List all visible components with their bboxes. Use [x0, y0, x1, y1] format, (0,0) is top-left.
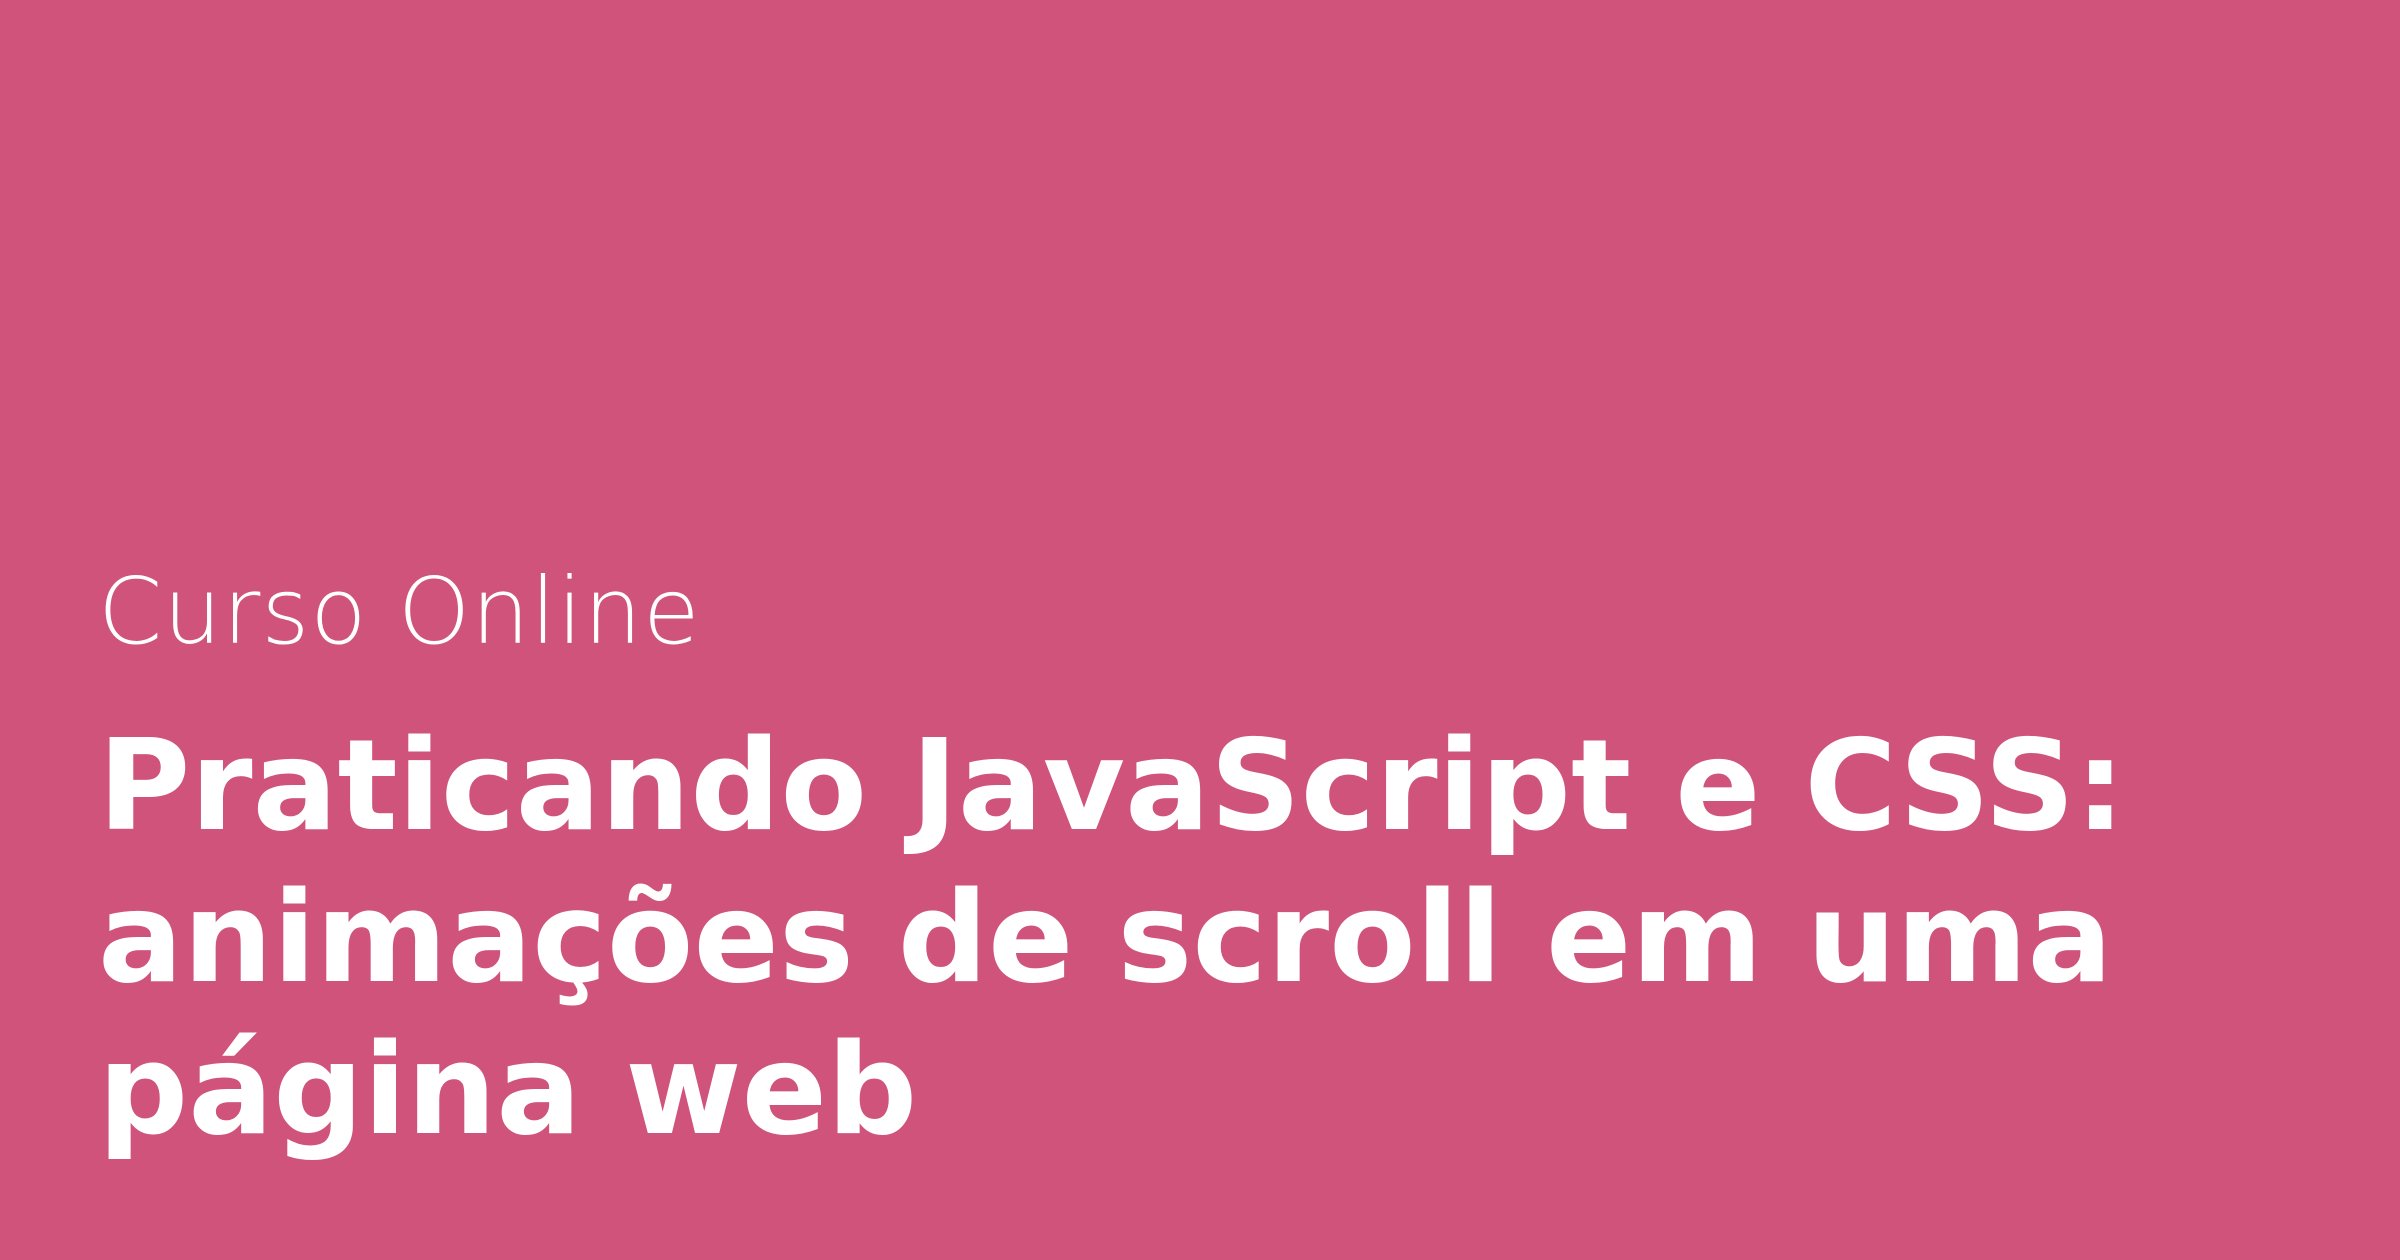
course-card-content: Curso Online Praticando JavaScript e CSS…: [98, 566, 2278, 1166]
course-title: Praticando JavaScript e CSS: animações d…: [98, 712, 2126, 1163]
course-card: Curso Online Praticando JavaScript e CSS…: [0, 0, 2400, 1260]
course-type-label: Curso Online: [98, 558, 701, 665]
